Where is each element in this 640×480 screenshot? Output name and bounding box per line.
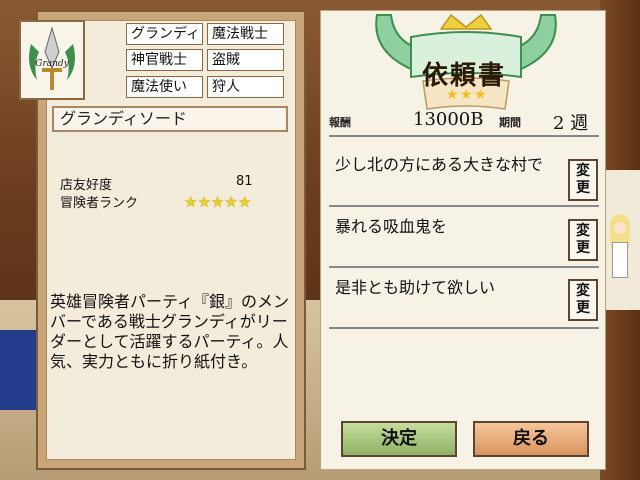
divider-3 [329, 266, 599, 268]
request-panel: ★ ★ ★ 依頼書 報酬 13000B 期間 2 週 少し北の方にある大きな村で… [320, 10, 606, 470]
back-button[interactable]: 戻る [473, 421, 589, 457]
rank-star-icon: ★ [210, 193, 225, 211]
party-description: 英雄冒険者パーティ『銀』のメンバーである戦士グランディがリーダーとして活躍するパ… [50, 292, 290, 371]
equipment-name: グランディソード [52, 106, 288, 132]
rank-star-icon: ★ [184, 193, 198, 211]
shopkeeper-sprite [606, 214, 634, 284]
class-cell-3: 神官戦士 [126, 49, 203, 71]
confirm-button[interactable]: 決定 [341, 421, 457, 457]
rank-star-icon: ★ [237, 193, 252, 211]
request-line-1: 少し北の方にある大きな村で [335, 155, 544, 174]
class-cell-5: 魔法使い [126, 76, 203, 98]
reward-label: 報酬 [329, 116, 351, 129]
class-cell-6: 狩人 [207, 76, 284, 98]
class-cell-4: 盗賊 [207, 49, 284, 71]
class-cell-2: 魔法戦士 [207, 23, 284, 45]
period-label: 期間 [499, 116, 521, 129]
change-button-3[interactable]: 変更 [568, 279, 598, 321]
rank-stars: ★★★★★ [184, 192, 251, 211]
svg-text:Grandy: Grandy [35, 59, 69, 69]
divider-2 [329, 205, 599, 207]
divider-4 [329, 327, 599, 329]
reward-value: 13000B [413, 109, 484, 130]
party-crest: Grandy [19, 20, 85, 100]
request-line-3: 是非とも助けて欲しい [335, 278, 496, 297]
class-cell-1: グランディ [126, 23, 203, 45]
crest-emblem-icon: Grandy [29, 26, 75, 90]
rank-label: 冒険者ランク [60, 196, 139, 211]
request-line-2: 暴れる吸血鬼を [335, 217, 448, 236]
period-value: 2 週 [553, 113, 589, 134]
rank-star-icon: ★ [224, 193, 238, 211]
change-button-1[interactable]: 変更 [568, 159, 598, 201]
rank-star-icon: ★ [197, 193, 211, 211]
change-button-2[interactable]: 変更 [568, 219, 598, 261]
favor-value: 81 [236, 174, 253, 189]
favor-label: 店友好度 [60, 178, 113, 193]
divider-1 [329, 135, 599, 137]
request-title: 依頼書 [421, 61, 506, 91]
